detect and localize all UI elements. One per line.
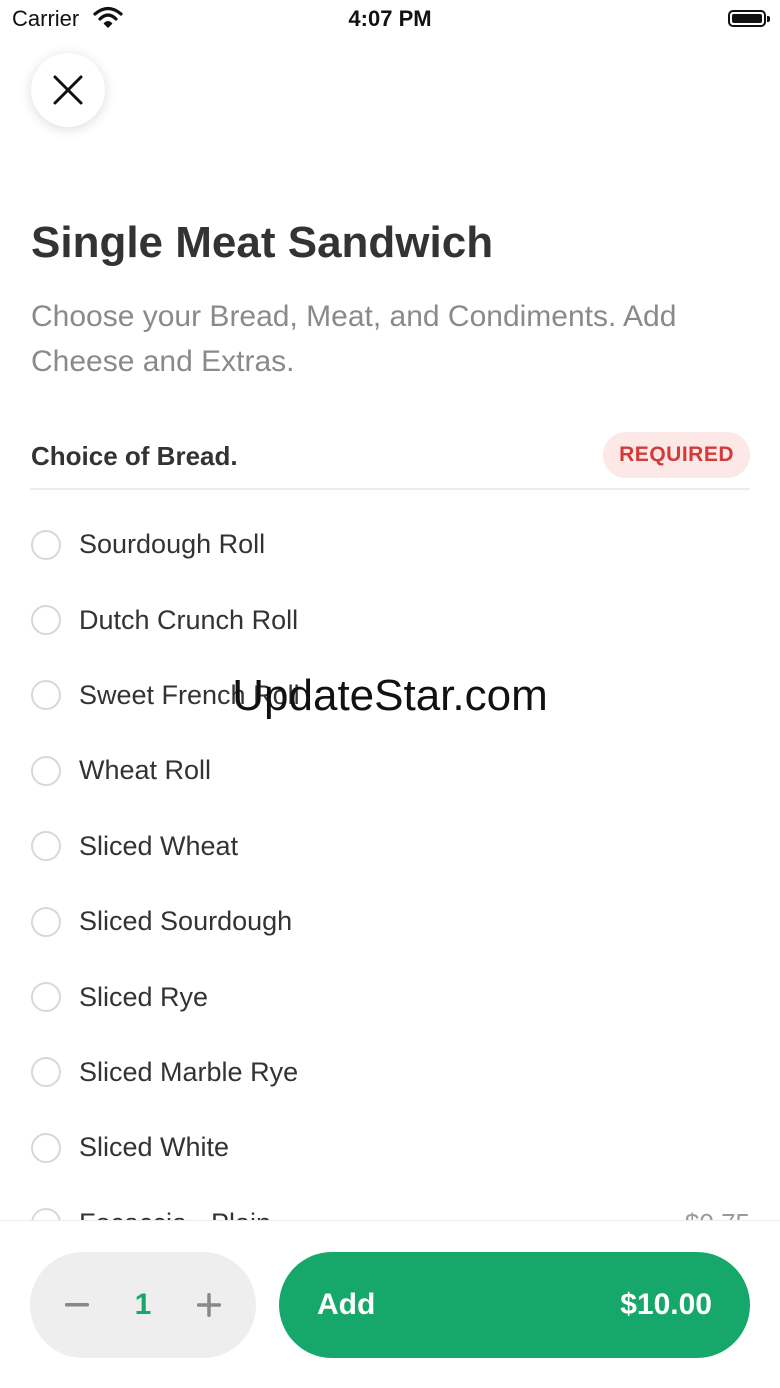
item-title: Single Meat Sandwich [31,218,494,267]
radio-button[interactable] [31,1132,61,1163]
option-label: Sliced Marble Rye [79,1056,299,1087]
option-label: Sourdough Roll [79,529,266,560]
option-sliced-rye[interactable]: Sliced Rye [30,959,750,1034]
required-badge: REQUIRED [603,432,750,478]
option-label: Wheat Roll [79,755,212,786]
add-button-total: $10.00 [620,1288,712,1321]
close-button[interactable] [31,53,105,127]
option-label: Sweet French Roll [79,679,300,710]
radio-button[interactable] [31,1057,61,1088]
option-focaccia-plain[interactable]: Focaccia - Plain $0.75 [30,1186,750,1220]
option-sliced-marble-rye[interactable]: Sliced Marble Rye [30,1035,750,1110]
plus-icon [197,1293,221,1317]
increase-quantity-button[interactable] [176,1252,242,1358]
option-price: $0.75 [685,1208,750,1220]
bread-options-list: Sourdough Roll Dutch Crunch Roll Sweet F… [30,507,750,1220]
add-button-label: Add [317,1288,376,1321]
option-label: Dutch Crunch Roll [79,604,299,635]
battery-icon [728,10,770,27]
minus-icon [65,1303,89,1307]
option-label: Focaccia - Plain [79,1208,271,1220]
radio-button[interactable] [31,529,61,560]
radio-button[interactable] [31,680,61,711]
option-sourdough-roll[interactable]: Sourdough Roll [30,507,750,582]
radio-button[interactable] [31,831,61,862]
option-sliced-white[interactable]: Sliced White [30,1110,750,1185]
option-sweet-french-roll[interactable]: Sweet French Roll [30,658,750,733]
bottom-action-bar: 1 Add $10.00 [0,1220,780,1388]
radio-button[interactable] [31,755,61,786]
radio-button[interactable] [31,906,61,937]
bread-section-header: Choice of Bread. REQUIRED [30,430,750,490]
radio-button[interactable] [31,1208,61,1220]
status-bar: Carrier 4:07 PM [0,0,780,40]
option-sliced-sourdough[interactable]: Sliced Sourdough [30,884,750,959]
option-sliced-wheat[interactable]: Sliced Wheat [30,809,750,884]
option-label: Sliced White [79,1132,230,1163]
section-title: Choice of Bread. [31,441,238,471]
radio-button[interactable] [31,605,61,636]
decrease-quantity-button[interactable] [44,1252,110,1358]
clock: 4:07 PM [348,6,432,31]
item-description: Choose your Bread, Meat, and Condiments.… [31,300,677,378]
option-dutch-crunch-roll[interactable]: Dutch Crunch Roll [30,582,750,657]
radio-button[interactable] [31,982,61,1013]
option-label: Sliced Wheat [79,830,239,861]
option-label: Sliced Rye [79,981,209,1012]
option-wheat-roll[interactable]: Wheat Roll [30,733,750,808]
close-icon [53,75,83,105]
option-label: Sliced Sourdough [79,906,293,937]
quantity-stepper: 1 [30,1252,256,1358]
add-to-cart-button[interactable]: Add $10.00 [279,1252,750,1358]
